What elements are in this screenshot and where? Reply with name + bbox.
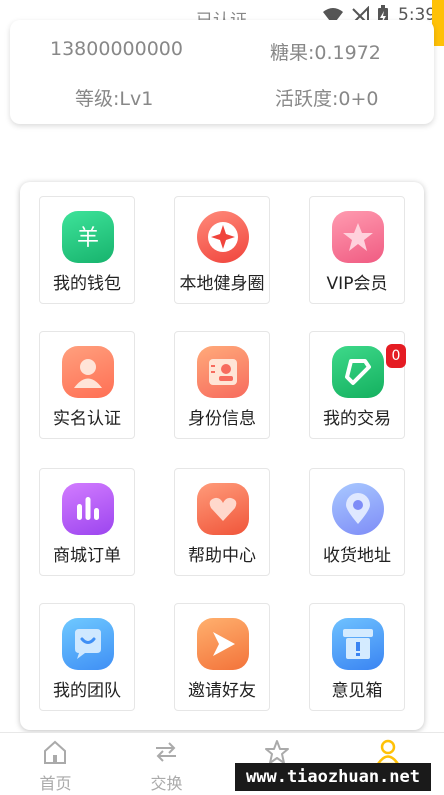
menu-item-label: 我的团队	[53, 681, 121, 701]
menu-item-label: 邀请好友	[188, 681, 256, 701]
menu-item-invite-friends[interactable]: 邀请好友	[174, 603, 270, 711]
user-level: 等级:Lv1	[75, 88, 154, 110]
star-icon	[265, 740, 289, 764]
site-watermark: www.tiaozhuan.net	[235, 763, 431, 791]
menu-item-shipping-address[interactable]: 收货地址	[309, 468, 405, 576]
feedback-box-icon	[332, 618, 384, 670]
activity-score: 活跃度:0+0	[275, 88, 379, 110]
menu-item-vip[interactable]: VIP会员	[309, 196, 405, 304]
menu-item-real-name[interactable]: 实名认证	[39, 331, 135, 439]
fitness-circle-icon	[197, 211, 249, 263]
menu-item-identity[interactable]: 身份信息	[174, 331, 270, 439]
menu-item-mall-orders[interactable]: 商城订单	[39, 468, 135, 576]
tab-label: 交换	[150, 774, 183, 793]
help-heart-icon	[197, 483, 249, 535]
exchange-icon	[156, 742, 176, 762]
wallet-icon: 羊	[62, 211, 114, 263]
menu-item-label: 帮助中心	[188, 546, 256, 566]
user-verify-icon	[62, 346, 114, 398]
user-info-card: 13800000000 糖果:0.1972 等级:Lv1 活跃度:0+0	[10, 20, 434, 124]
invite-play-icon	[197, 618, 249, 670]
orders-chart-icon	[62, 483, 114, 535]
menu-item-wallet[interactable]: 羊 我的钱包	[39, 196, 135, 304]
svg-text:羊: 羊	[77, 226, 99, 251]
trade-count-badge: 0	[386, 344, 406, 368]
menu-item-help-center[interactable]: 帮助中心	[174, 468, 270, 576]
menu-item-label: 身份信息	[188, 409, 256, 429]
menu-item-fitness-circle[interactable]: 本地健身圈	[174, 196, 270, 304]
menu-item-my-team[interactable]: 我的团队	[39, 603, 135, 711]
menu-item-label: 我的交易	[323, 409, 391, 429]
menu-item-label: 收货地址	[323, 546, 391, 566]
phone-number: 13800000000	[50, 38, 183, 60]
team-chat-icon	[62, 618, 114, 670]
menu-item-label: 意见箱	[331, 681, 383, 701]
home-icon	[44, 740, 66, 764]
tab-home[interactable]: 首页	[0, 733, 111, 795]
menu-item-label: 商城订单	[53, 546, 121, 566]
candy-balance: 糖果:0.1972	[270, 42, 381, 64]
vip-star-icon	[332, 211, 384, 263]
menu-item-label: 实名认证	[53, 409, 121, 429]
location-pin-icon	[332, 483, 384, 535]
trade-icon	[332, 346, 384, 398]
menu-item-label: 我的钱包	[53, 274, 121, 294]
profile-icon	[375, 739, 401, 765]
menu-item-label: 本地健身圈	[179, 274, 265, 294]
tab-exchange[interactable]: 交换	[111, 733, 222, 795]
tab-label: 首页	[39, 774, 72, 793]
id-card-icon	[197, 346, 249, 398]
menu-item-label: VIP会员	[326, 274, 388, 294]
menu-item-feedback-box[interactable]: 意见箱	[309, 603, 405, 711]
